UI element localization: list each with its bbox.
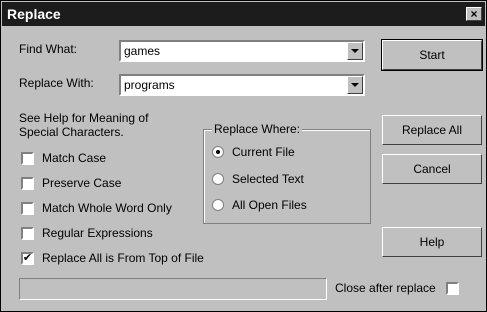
- replace-where-title: Replace Where:: [212, 122, 303, 136]
- regex-checkbox[interactable]: [21, 226, 34, 240]
- preserve-case-checkbox[interactable]: [21, 176, 34, 190]
- regex-label: Regular Expressions: [42, 226, 153, 240]
- replace-dropdown-button[interactable]: [347, 76, 363, 94]
- whole-word-option[interactable]: Match Whole Word Only: [21, 201, 172, 215]
- replace-with-combobox[interactable]: programs: [119, 74, 365, 96]
- whole-word-checkbox[interactable]: [21, 201, 34, 215]
- cancel-button[interactable]: Cancel: [382, 154, 482, 184]
- close-button[interactable]: ×: [466, 7, 482, 21]
- current-file-option[interactable]: Current File: [212, 145, 295, 159]
- current-file-radio[interactable]: [212, 146, 224, 158]
- help-text-line1: See Help for Meaning of: [19, 111, 149, 125]
- start-button-label: Start: [419, 48, 445, 62]
- preserve-case-label: Preserve Case: [42, 176, 122, 190]
- find-dropdown-button[interactable]: [347, 42, 363, 60]
- replace-dialog: Replace × Find What: games Replace With:…: [0, 0, 487, 312]
- regex-option[interactable]: Regular Expressions: [21, 226, 153, 240]
- selected-text-radio[interactable]: [212, 173, 224, 185]
- from-top-checkbox[interactable]: ✔: [21, 251, 34, 265]
- from-top-option[interactable]: ✔ Replace All is From Top of File: [21, 251, 204, 265]
- window-title: Replace: [7, 6, 61, 22]
- checkmark-icon: ✔: [22, 251, 33, 264]
- all-open-files-option[interactable]: All Open Files: [212, 198, 307, 212]
- radio-selected-dot: [216, 150, 220, 154]
- preserve-case-option[interactable]: Preserve Case: [21, 176, 121, 190]
- selected-text-label: Selected Text: [232, 172, 304, 186]
- all-open-files-label: All Open Files: [232, 198, 307, 212]
- chevron-down-icon: [351, 83, 359, 87]
- replace-with-input[interactable]: programs: [121, 78, 347, 92]
- current-file-label: Current File: [232, 145, 295, 159]
- help-button[interactable]: Help: [382, 227, 482, 257]
- match-case-checkbox[interactable]: [21, 151, 34, 165]
- selected-text-option[interactable]: Selected Text: [212, 172, 304, 186]
- replace-all-button[interactable]: Replace All: [382, 115, 482, 145]
- start-button[interactable]: Start: [381, 39, 483, 71]
- match-case-option[interactable]: Match Case: [21, 151, 106, 165]
- chevron-down-icon: [351, 49, 359, 53]
- whole-word-label: Match Whole Word Only: [42, 201, 172, 215]
- close-after-checkbox[interactable]: [445, 281, 459, 295]
- close-icon: ×: [470, 7, 478, 21]
- find-what-input[interactable]: games: [121, 44, 347, 58]
- find-what-combobox[interactable]: games: [119, 40, 365, 62]
- help-button-label: Help: [419, 235, 445, 249]
- replace-label: Replace With:: [19, 76, 94, 90]
- from-top-label: Replace All is From Top of File: [42, 251, 204, 265]
- cancel-button-label: Cancel: [413, 162, 451, 176]
- match-case-label: Match Case: [42, 151, 107, 165]
- all-open-files-radio[interactable]: [212, 199, 224, 211]
- close-after-label: Close after replace: [335, 281, 436, 295]
- find-label: Find What:: [19, 42, 78, 56]
- close-after-option[interactable]: Close after replace: [335, 281, 459, 295]
- help-text-line2: Special Characters.: [19, 125, 124, 139]
- replace-where-group: Replace Where: Current File Selected Tex…: [203, 122, 371, 224]
- status-field: [19, 278, 327, 300]
- title-bar: Replace ×: [2, 2, 485, 26]
- replace-all-button-label: Replace All: [401, 123, 463, 137]
